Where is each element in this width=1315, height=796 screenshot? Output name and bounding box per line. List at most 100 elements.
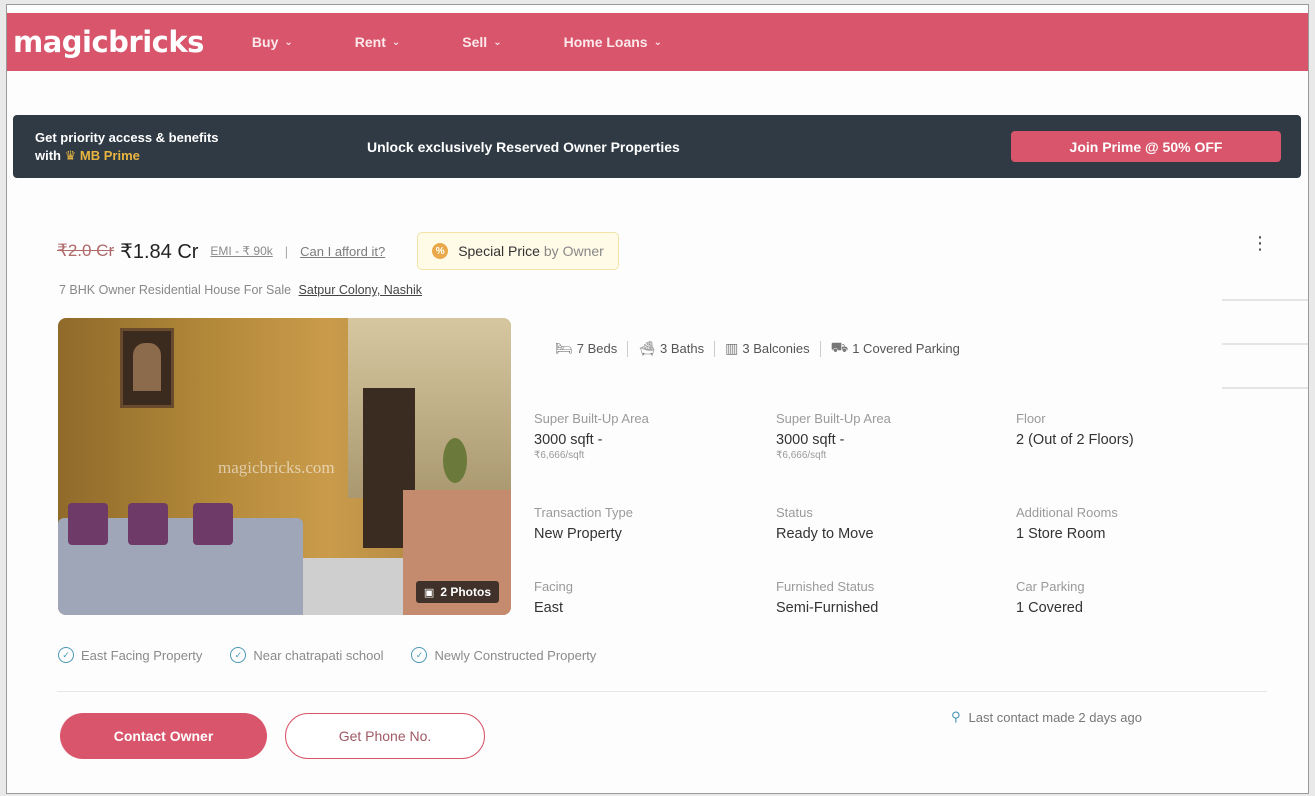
detail-label: Floor (1016, 411, 1046, 426)
tag-label: Near chatrapati school (253, 647, 384, 663)
detail-floor: Floor 2 (Out of 2 Floors) (1016, 411, 1134, 448)
detail-label: Additional Rooms (1016, 505, 1118, 520)
photo-cushion (193, 503, 233, 545)
photo-cushion (68, 503, 108, 545)
property-tags: ✓ East Facing Property ✓ Near chatrapati s… (58, 647, 624, 663)
detail-label: Car Parking (1016, 579, 1085, 594)
mb-prime-brand: MB Prime (79, 147, 140, 163)
nav-buy[interactable]: Buy ⌄ (252, 34, 293, 50)
amenity-baths-label: 3 Baths (660, 341, 705, 356)
detail-value: New Property (534, 526, 622, 542)
nav-buy-label: Buy (251, 34, 279, 50)
nav-home-loans[interactable]: Home Loans ⌄ (564, 34, 662, 50)
chevron-down-icon: ⌄ (284, 36, 293, 48)
bath-icon: 🛁︎ (638, 340, 657, 356)
amenity-parking-label: 1 Covered Parking (852, 341, 960, 356)
prime-banner: Get priority access & benefits with ♛ MB… (13, 115, 1301, 178)
balcony-icon: ▥ (725, 340, 739, 356)
special-price-badge: % Special Price by Owner (417, 232, 619, 270)
prime-headline: Unlock exclusively Reserved Owner Proper… (367, 138, 680, 155)
check-circle-icon: ✓ (58, 647, 74, 663)
chevron-down-icon: ⌄ (653, 36, 662, 48)
detail-label: Transaction Type (534, 505, 633, 520)
detail-subvalue: ₹6,666/sqft (534, 450, 585, 461)
tag-item: ✓ East Facing Property (58, 647, 202, 663)
last-contact-label: Last contact made 2 days ago (968, 709, 1142, 725)
detail-value: East (534, 600, 564, 616)
amenities-row: 🛏︎ 7 Beds 🛁︎ 3 Baths ▥ 3 Balconies ⛟ 1 Cover… (555, 339, 960, 358)
special-price-label: Special Price (458, 243, 540, 259)
page: magicbricks Buy ⌄ Rent ⌄ Sell ⌄ Home Loans ⌄… (6, 4, 1309, 794)
detail-value: 1 Store Room (1016, 526, 1106, 542)
price-row: ₹2.0 Cr ₹1.84 Cr EMI - ₹ 90k | Can I aff… (57, 232, 619, 270)
detail-status: Status Ready to Move (776, 505, 874, 542)
listing-subtitle: 7 BHK Owner Residential House For Sale S… (59, 283, 422, 297)
prime-benefits-prefix: with (35, 147, 61, 163)
location-link[interactable]: Satpur Colony, Nashik (299, 283, 422, 297)
tag-item: ✓ Near chatrapati school (230, 647, 383, 663)
background-ghost-art (1222, 275, 1308, 475)
detail-value: 2 (Out of 2 Floors) (1016, 432, 1134, 448)
detail-furnished-status: Furnished Status Semi-Furnished (776, 579, 878, 616)
detail-super-area-2: Super Built-Up Area 3000 sqft - ₹6,666/s… (776, 411, 891, 461)
detail-super-area-1: Super Built-Up Area 3000 sqft - ₹6,666/s… (534, 411, 649, 461)
last-contact-info: ⚲ Last contact made 2 days ago (951, 709, 1142, 725)
emi-link[interactable]: EMI - ₹ 90k (210, 244, 272, 258)
chevron-down-icon: ⌄ (493, 36, 502, 48)
nav-rent[interactable]: Rent ⌄ (355, 34, 401, 50)
divider (57, 691, 1267, 692)
detail-value: Ready to Move (776, 526, 874, 542)
photo-watermark: magicbricks.com (218, 458, 335, 477)
amenity-balconies: ▥ 3 Balconies (725, 340, 809, 357)
check-circle-icon: ✓ (411, 647, 428, 663)
parking-icon: ⛟ (830, 339, 849, 355)
prime-benefits-text: Get priority access & benefits with ♛ MB… (35, 129, 335, 165)
tag-label: Newly Constructed Property (434, 647, 597, 663)
detail-subvalue: ₹6,666/sqft (776, 450, 827, 461)
discount-icon: % (432, 243, 449, 259)
property-photo[interactable]: magicbricks.com ▣ 2 Photos (58, 318, 511, 615)
more-options-icon[interactable]: ⋮ (1251, 233, 1269, 254)
main-nav: Buy ⌄ Rent ⌄ Sell ⌄ Home Loans ⌄ (252, 34, 724, 50)
bed-icon: 🛏︎ (555, 340, 573, 356)
detail-label: Super Built-Up Area (776, 411, 891, 426)
can-i-afford-link[interactable]: Can I afford it? (300, 244, 385, 259)
top-navbar: magicbricks Buy ⌄ Rent ⌄ Sell ⌄ Home Loans ⌄ (7, 13, 1308, 71)
nav-home-loans-label: Home Loans (563, 34, 648, 50)
magicbricks-logo[interactable]: magicbricks (13, 25, 204, 59)
prime-benefits-line1: Get priority access & benefits (35, 129, 219, 145)
detail-transaction-type: Transaction Type New Property (534, 505, 633, 542)
detail-value: 3000 sqft - (776, 432, 845, 448)
photo-cushion (128, 503, 168, 545)
person-icon: ⚲ (951, 709, 961, 724)
nav-sell-label: Sell (462, 34, 488, 50)
tag-item: ✓ Newly Constructed Property (411, 647, 596, 663)
amenity-beds-label: 7 Beds (576, 341, 618, 356)
amenity-balconies-label: 3 Balconies (742, 341, 810, 356)
old-price: ₹2.0 Cr (57, 241, 115, 260)
detail-facing: Facing East (534, 579, 573, 616)
detail-value: 3000 sqft - (534, 432, 603, 448)
amenity-parking: ⛟ 1 Covered Parking (831, 339, 960, 358)
listing-title: 7 BHK Owner Residential House For Sale (59, 283, 292, 297)
detail-value: Semi-Furnished (776, 600, 879, 616)
amenity-beds: 🛏︎ 7 Beds (555, 340, 617, 357)
check-circle-icon: ✓ (230, 647, 247, 663)
join-prime-button[interactable]: Join Prime @ 50% OFF (1011, 131, 1281, 162)
chevron-down-icon: ⌄ (391, 36, 401, 48)
detail-car-parking: Car Parking 1 Covered (1016, 579, 1085, 616)
current-price: ₹1.84 Cr (120, 240, 199, 263)
detail-label: Status (776, 505, 813, 520)
nav-sell[interactable]: Sell ⌄ (462, 34, 501, 50)
special-price-by: by Owner (543, 243, 604, 259)
detail-additional-rooms: Additional Rooms 1 Store Room (1016, 505, 1118, 542)
tag-label: East Facing Property (81, 647, 203, 663)
photo-plant (443, 438, 467, 483)
separator: | (284, 243, 289, 259)
get-phone-button[interactable]: Get Phone No. (285, 713, 485, 759)
detail-label: Facing (534, 579, 574, 594)
photos-count-badge[interactable]: ▣ 2 Photos (415, 581, 499, 603)
photo-frame (120, 328, 174, 408)
contact-owner-button[interactable]: Contact Owner (60, 713, 267, 759)
nav-rent-label: Rent (354, 34, 386, 50)
